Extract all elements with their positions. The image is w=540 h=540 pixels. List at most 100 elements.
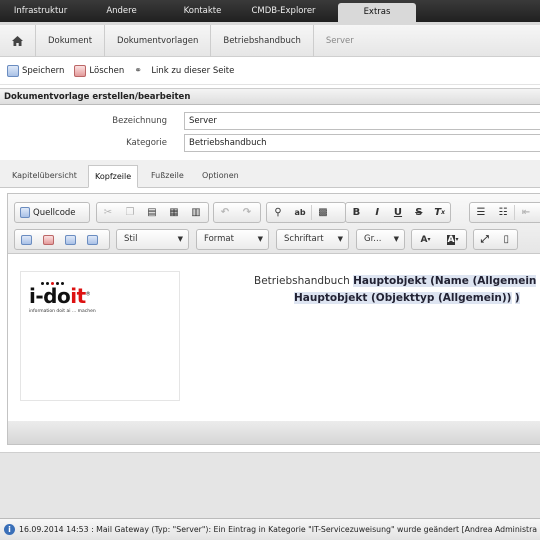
permalink-button[interactable]: ⚭ Link zu dieser Seite xyxy=(134,66,234,76)
source-label: Quellcode xyxy=(33,207,76,218)
save-button[interactable]: Speichern xyxy=(7,64,65,77)
editor-content[interactable]: i-doit® information doit ai ... machen B… xyxy=(8,255,540,421)
style-select-value: Stil xyxy=(124,234,138,244)
template-icon[interactable] xyxy=(59,230,81,249)
editor-statusbar xyxy=(7,421,540,445)
chevron-down-icon: ▼ xyxy=(257,235,263,243)
font-select[interactable]: Schriftart ▼ xyxy=(276,229,349,250)
table-icon[interactable] xyxy=(37,230,59,249)
idoit-logo: i-doit® information doit ai ... machen xyxy=(29,282,96,314)
paste-word-icon[interactable]: ▥ xyxy=(185,203,207,222)
logo-wordmark: i-doit® xyxy=(29,284,91,308)
nav-extras[interactable]: Extras xyxy=(338,3,416,22)
placeholder-objecttype: Hauptobjekt (Objekttyp (Allgemein)) xyxy=(294,292,512,304)
outdent-icon[interactable]: ⇤ xyxy=(515,203,537,222)
undo-icon[interactable]: ↶ xyxy=(214,203,236,222)
format-select[interactable]: Format ▼ xyxy=(196,229,269,250)
size-select[interactable]: Gr... ▼ xyxy=(356,229,405,250)
form-heading: Dokumentvorlage erstellen/bearbeiten xyxy=(0,88,540,105)
style-select[interactable]: Stil ▼ xyxy=(116,229,189,250)
kategorie-input[interactable]: Betriebshandbuch xyxy=(184,134,540,152)
kategorie-label: Kategorie xyxy=(126,138,167,148)
cut-icon[interactable]: ✂ xyxy=(97,203,119,222)
header-line-2: Hauptobjekt (Objekttyp (Allgemein)) ) xyxy=(254,290,536,307)
tab-kopfzeile[interactable]: Kopfzeile xyxy=(88,165,139,188)
breadcrumb: Dokument Dokumentvorlagen Betriebshandbu… xyxy=(0,24,540,57)
image-icon[interactable] xyxy=(15,230,37,249)
paste-icon[interactable]: ▤ xyxy=(141,203,163,222)
editor-toolbar: Quellcode ✂ ❐ ▤ ▦ ▥ ↶ ↷ ⚲ ab ▩ B I U S T… xyxy=(8,194,540,254)
home-button[interactable] xyxy=(0,24,36,57)
size-select-value: Gr... xyxy=(364,234,382,244)
bulleted-list-icon[interactable]: ☷ xyxy=(492,203,514,222)
clipboard-group: ✂ ❐ ▤ ▦ ▥ xyxy=(96,202,209,223)
status-message[interactable]: 16.09.2014 14:53 : Mail Gateway (Typ: "S… xyxy=(19,525,537,534)
tab-fusszeile[interactable]: Fußzeile xyxy=(145,165,190,188)
format-select-value: Format xyxy=(204,234,234,244)
source-icon xyxy=(20,207,30,218)
numbered-list-icon[interactable]: ☰ xyxy=(470,203,492,222)
italic-icon[interactable]: I xyxy=(367,203,388,222)
replace-icon[interactable]: ab xyxy=(289,203,311,222)
save-icon xyxy=(7,64,19,77)
tab-optionen[interactable]: Optionen xyxy=(196,165,245,188)
nav-cmdb-explorer[interactable]: CMDB-Explorer xyxy=(243,0,324,22)
breadcrumb-betriebshandbuch[interactable]: Betriebshandbuch xyxy=(211,24,314,57)
chevron-down-icon: ▼ xyxy=(393,235,399,243)
find-group: ⚲ ab ▩ xyxy=(266,202,346,223)
breadcrumb-dokument[interactable]: Dokument xyxy=(36,24,106,57)
breadcrumb-current: Server xyxy=(325,35,354,46)
action-toolbar: Speichern Löschen ⚭ Link zu dieser Seite xyxy=(0,57,540,85)
chevron-down-icon: ▼ xyxy=(337,235,343,243)
save-label: Speichern xyxy=(22,65,65,76)
paste-text-icon[interactable]: ▦ xyxy=(163,203,185,222)
nav-andere[interactable]: Andere xyxy=(81,0,162,22)
delete-icon xyxy=(74,64,87,77)
placeholder-name: Hauptobjekt (Name (Allgemein xyxy=(353,275,537,287)
source-button[interactable]: Quellcode xyxy=(14,202,90,223)
placeholder-suffix: ) xyxy=(514,292,520,304)
insert-group xyxy=(14,229,110,250)
bezeichnung-label: Bezeichnung xyxy=(112,116,167,126)
tab-kapiteluebersicht[interactable]: Kapitelübersicht xyxy=(6,165,83,188)
status-bar: i 16.09.2014 14:53 : Mail Gateway (Typ: … xyxy=(0,518,540,540)
breadcrumb-dokumentvorlagen[interactable]: Dokumentvorlagen xyxy=(105,24,212,57)
strikethrough-icon[interactable]: S xyxy=(408,203,429,222)
select-all-icon[interactable]: ▩ xyxy=(312,203,334,222)
header-plain-text: Betriebshandbuch xyxy=(254,275,350,287)
copy-icon[interactable]: ❐ xyxy=(119,203,141,222)
background-color-icon[interactable]: A ▾ xyxy=(439,230,466,249)
redo-icon[interactable]: ↷ xyxy=(236,203,258,222)
top-navigation: Infrastruktur Andere Kontakte CMDB-Explo… xyxy=(0,0,540,22)
format-group: B I U S Tx xyxy=(345,202,451,223)
tab-bar: Kapitelübersicht Kopfzeile Fußzeile Opti… xyxy=(0,160,540,188)
font-select-value: Schriftart xyxy=(284,234,324,244)
find-icon[interactable]: ⚲ xyxy=(267,203,289,222)
page-footer-area xyxy=(0,452,540,518)
list-group: ☰ ☷ ⇤ xyxy=(469,202,540,223)
placeholder-icon[interactable] xyxy=(81,230,103,249)
delete-button[interactable]: Löschen xyxy=(74,64,125,77)
permalink-label: Link zu dieser Seite xyxy=(151,65,235,76)
color-group: A ▾ A ▾ xyxy=(411,229,467,250)
logo-tagline: information doit ai ... machen xyxy=(29,309,96,314)
rich-text-editor: Quellcode ✂ ❐ ▤ ▦ ▥ ↶ ↷ ⚲ ab ▩ B I U S T… xyxy=(7,193,540,421)
maximize-icon[interactable]: ⤢ xyxy=(474,230,496,249)
bezeichnung-input[interactable]: Server xyxy=(184,112,540,130)
bold-icon[interactable]: B xyxy=(346,203,367,222)
header-text: Betriebshandbuch Hauptobjekt (Name (Allg… xyxy=(254,273,537,307)
delete-label: Löschen xyxy=(89,65,125,76)
show-blocks-icon[interactable]: ▯ xyxy=(496,230,518,249)
chevron-down-icon: ▼ xyxy=(177,235,183,243)
info-icon: i xyxy=(4,524,15,535)
nav-infrastruktur[interactable]: Infrastruktur xyxy=(0,0,81,22)
home-icon xyxy=(12,35,23,46)
underline-icon[interactable]: U xyxy=(388,203,409,222)
header-line-1: Betriebshandbuch Hauptobjekt (Name (Allg… xyxy=(254,273,537,290)
remove-format-icon[interactable]: Tx xyxy=(429,203,450,222)
link-icon: ⚭ xyxy=(134,65,142,76)
app-root: Infrastruktur Andere Kontakte CMDB-Explo… xyxy=(0,0,540,540)
nav-kontakte[interactable]: Kontakte xyxy=(162,0,243,22)
view-group: ⤢ ▯ xyxy=(473,229,518,250)
text-color-icon[interactable]: A ▾ xyxy=(412,230,439,249)
